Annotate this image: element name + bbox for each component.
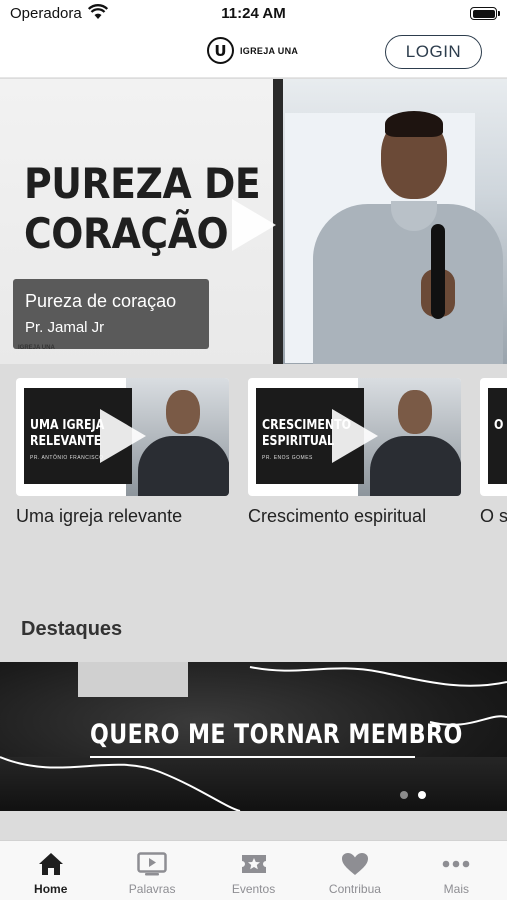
more-dots-icon (442, 851, 470, 877)
banner-underline (90, 756, 415, 758)
tab-contribua[interactable]: Contribua (304, 841, 405, 900)
thumbnail-speaker: PR. ANTÔNIO FRANCISCO (30, 455, 104, 461)
play-screen-icon (137, 851, 167, 877)
featured-video[interactable]: PUREZA DE CORAÇÃO Pureza de coraçao Pr. … (0, 79, 507, 364)
logo-letter: U (214, 41, 227, 60)
tab-eventos[interactable]: Eventos (203, 841, 304, 900)
thumbnail-title-line1: O (494, 418, 504, 433)
thumbnail-title-line1: UMA IGREJA (30, 418, 105, 433)
hero-caption: Pureza de coraçao Pr. Jamal Jr (13, 279, 209, 349)
page-dot-active[interactable] (418, 791, 426, 799)
home-icon (38, 851, 64, 877)
page-indicator[interactable] (400, 791, 426, 799)
tab-palavras[interactable]: Palavras (101, 841, 202, 900)
section-title-destaques: Destaques (21, 618, 123, 640)
heart-icon (341, 851, 369, 877)
logo-text: IGREJA UNA (240, 45, 299, 56)
clock: 11:24 AM (221, 5, 286, 22)
thumbnail-speaker: PR. ENOS GOMES (262, 455, 313, 461)
tab-label: Contribua (328, 882, 381, 896)
page-dot[interactable] (400, 791, 408, 799)
login-button[interactable]: LOGIN (385, 35, 482, 69)
hero-brand-mark: IGREJA UNA (18, 345, 55, 351)
battery-icon (470, 7, 500, 20)
hero-title-line2: CORAÇÃO (24, 209, 229, 258)
video-title[interactable]: Crescimento espiritual (248, 506, 461, 527)
video-title[interactable]: Uma igreja relevante (16, 506, 229, 527)
tab-label: Palavras (128, 882, 176, 896)
video-card[interactable]: O O s (480, 378, 507, 527)
video-thumbnail[interactable]: O (480, 378, 507, 496)
hero-speaker: Pr. Jamal Jr (25, 319, 105, 336)
play-icon[interactable] (332, 409, 378, 463)
play-icon[interactable] (100, 409, 146, 463)
highlight-banner[interactable]: QUERO ME TORNAR MEMBRO (0, 662, 507, 811)
status-bar: Operadora 11:24 AM (0, 0, 507, 28)
app-screen: Operadora 11:24 AM U IGREJA UNA LOGIN PU… (0, 0, 507, 900)
video-card[interactable]: CRESCIMENTO ESPIRITUAL PR. ENOS GOMES Cre… (248, 378, 461, 527)
logo-mark: U (207, 37, 234, 64)
hero-video-title: Pureza de coraçao (25, 291, 177, 311)
tab-label: Mais (443, 882, 469, 896)
tab-label: Eventos (231, 882, 276, 896)
hero-title-line1: PUREZA DE (24, 159, 261, 208)
video-title[interactable]: O s (480, 506, 507, 527)
thumbnail-artwork: O (488, 388, 507, 484)
video-carousel[interactable]: UMA IGREJA RELEVANTE PR. ANTÔNIO FRANCISC… (16, 378, 507, 558)
hero-artwork-title: PUREZA DE CORAÇÃO (24, 159, 261, 259)
video-thumbnail[interactable]: CRESCIMENTO ESPIRITUAL PR. ENOS GOMES (248, 378, 461, 496)
ticket-star-icon (240, 851, 268, 877)
play-icon[interactable] (232, 199, 276, 251)
tab-label: Home (34, 882, 68, 896)
thumbnail-title-line2: RELEVANTE (30, 434, 102, 449)
banner-title: QUERO ME TORNAR MEMBRO (90, 719, 463, 750)
tab-mais[interactable]: Mais (406, 841, 507, 900)
video-thumbnail[interactable]: UMA IGREJA RELEVANTE PR. ANTÔNIO FRANCISC… (16, 378, 229, 496)
bottom-tab-bar: Home Palavras Eventos Contribua Mais (0, 840, 507, 900)
speaker-photo (273, 79, 507, 364)
tab-home[interactable]: Home (0, 841, 101, 900)
video-card[interactable]: UMA IGREJA RELEVANTE PR. ANTÔNIO FRANCISC… (16, 378, 229, 527)
top-header: U IGREJA UNA LOGIN (0, 28, 507, 78)
igreja-una-logo: U IGREJA UNA (207, 37, 298, 64)
